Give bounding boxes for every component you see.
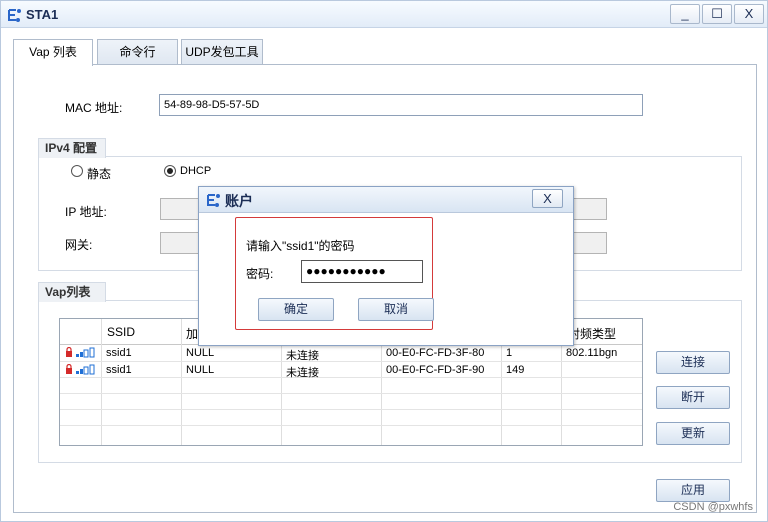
lock-signal-icon (66, 347, 95, 358)
radio-dhcp[interactable] (164, 165, 176, 177)
dialog-close-button[interactable]: X (532, 189, 563, 208)
radio-static[interactable] (71, 165, 83, 177)
window-title: STA1 (26, 7, 59, 22)
watermark: CSDN @pxwhfs (673, 501, 753, 513)
radio-static-label: 静态 (87, 167, 112, 181)
lock-signal-icon (66, 364, 95, 375)
ipv4-group-title: IPv4 配置 (38, 138, 106, 158)
ip-label: IP 地址: (65, 205, 107, 219)
col-radio-type: 射频类型 (568, 327, 617, 341)
dialog-title-bar: 账户 X (199, 187, 573, 213)
tab-command-line[interactable]: 命令行 (97, 39, 178, 65)
app-icon (8, 9, 21, 22)
col-encryption: 加 (186, 327, 199, 341)
password-input[interactable]: ●●●●●●●●●●● (301, 260, 423, 283)
password-prompt: 请输入"ssid1"的密码 (246, 239, 355, 253)
mac-label: MAC 地址: (65, 101, 123, 115)
disconnect-button[interactable]: 断开 (656, 386, 730, 409)
connect-button[interactable]: 连接 (656, 351, 730, 374)
close-button[interactable]: X (734, 4, 764, 24)
radio-dhcp-label: DHCP (180, 165, 212, 177)
refresh-button[interactable]: 更新 (656, 422, 730, 445)
title-bar: STA1 _ ☐ X (1, 1, 767, 28)
maximize-button[interactable]: ☐ (702, 4, 732, 24)
dialog-title: 账户 (225, 193, 253, 209)
tab-udp-tool[interactable]: UDP发包工具 (181, 39, 263, 65)
ok-button[interactable]: 确定 (258, 298, 334, 321)
minimize-button[interactable]: _ (670, 4, 700, 24)
password-label: 密码: (246, 267, 274, 281)
gateway-label: 网关: (65, 238, 93, 252)
account-dialog: 账户 X 请输入"ssid1"的密码 密码: ●●●●●●●●●●● 确定 取消 (198, 186, 574, 346)
mac-field[interactable]: 54-89-98-D5-57-5D (159, 94, 643, 116)
apply-button[interactable]: 应用 (656, 479, 730, 502)
col-ssid: SSID (107, 325, 136, 339)
tab-vap-list[interactable]: Vap 列表 (13, 39, 93, 66)
cancel-button[interactable]: 取消 (358, 298, 434, 321)
vap-group-title: Vap列表 (38, 282, 106, 302)
app-icon (207, 194, 220, 207)
